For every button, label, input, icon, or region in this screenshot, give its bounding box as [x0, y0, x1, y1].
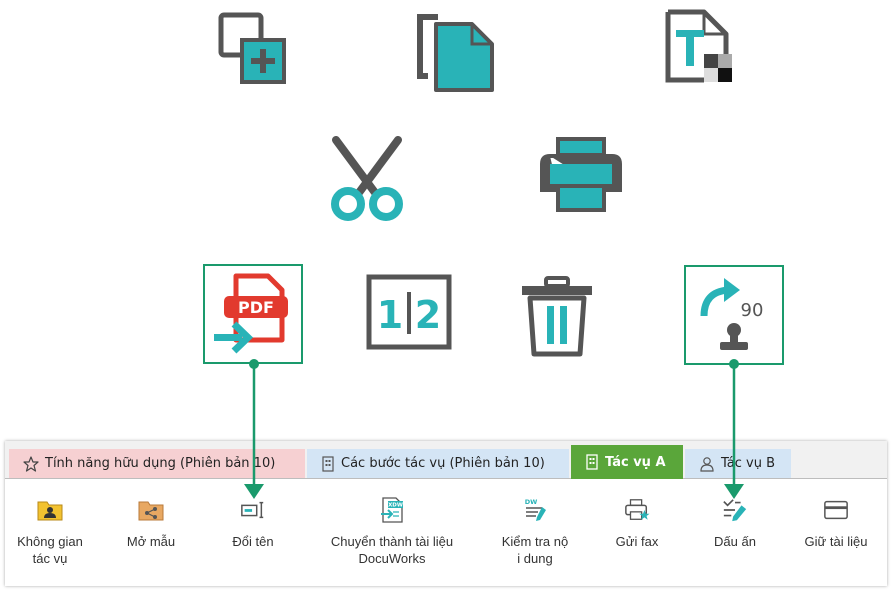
split-left-label: 1 — [377, 293, 403, 337]
tool-content-check[interactable]: DW Kiểm tra nộ i dung — [485, 497, 585, 567]
tab-label: Tác vụ A — [605, 454, 666, 470]
tool-label: Đổi tên — [232, 534, 274, 549]
building-icon — [585, 454, 599, 470]
dw-label: DW — [525, 498, 538, 506]
tab-bar: Tính năng hữu dụng (Phiên bản 10) Các bư… — [5, 441, 887, 479]
xdw-convert-icon: XDW — [379, 497, 405, 523]
add-page-icon — [218, 12, 290, 84]
printer-icon — [536, 136, 626, 216]
tab-label: Các bước tác vụ (Phiên bản 10) — [341, 456, 545, 471]
tool-convert-docuworks[interactable]: XDW Chuyển thành tài liệu DocuWorks — [309, 497, 475, 567]
stamp-icon — [722, 497, 748, 523]
tool-label: Kiểm tra nộ i dung — [501, 534, 569, 566]
tool-stamp[interactable]: Dấu ấn — [695, 497, 775, 550]
tool-label: Giữ tài liệu — [804, 534, 868, 549]
shared-folder-icon — [138, 497, 164, 523]
split-right-label: 2 — [415, 293, 441, 337]
tab-label: Tính năng hữu dụng (Phiên bản 10) — [45, 456, 276, 471]
tool-open-template[interactable]: Mở mẫu — [111, 497, 191, 550]
tool-label: Chuyển thành tài liệu DocuWorks — [330, 534, 454, 566]
tab-useful-features[interactable]: Tính năng hữu dụng (Phiên bản 10) — [9, 449, 305, 478]
tool-rename[interactable]: Đổi tên — [213, 497, 293, 550]
split-page-icon: 1 2 — [366, 274, 452, 350]
user-icon — [699, 456, 715, 472]
tab-task-a[interactable]: Tác vụ A — [571, 445, 683, 479]
scissors-icon — [326, 136, 408, 222]
trash-icon — [518, 274, 596, 358]
tool-label: Dấu ấn — [714, 534, 756, 549]
text-document-icon — [662, 8, 736, 84]
tool-label: Mở mẫu — [126, 534, 176, 549]
tool-label: Không gian tác vụ — [17, 534, 83, 566]
tool-hold-document[interactable]: Giữ tài liệu — [791, 497, 881, 550]
tab-label: Tác vụ B — [721, 456, 776, 471]
tab-task-steps[interactable]: Các bước tác vụ (Phiên bản 10) — [307, 449, 569, 478]
xdw-label: XDW — [388, 503, 403, 509]
rotate-highlight-box — [684, 265, 784, 365]
workspace-folder-icon — [37, 497, 63, 523]
ribbon-panel: Tính năng hữu dụng (Phiên bản 10) Các bư… — [5, 441, 887, 586]
content-check-icon: DW — [522, 497, 548, 523]
star-icon — [23, 455, 39, 472]
pdf-highlight-box — [203, 264, 303, 364]
fax-icon — [624, 497, 650, 523]
hold-document-icon — [823, 497, 849, 523]
tool-label: Gửi fax — [615, 534, 659, 549]
tool-send-fax[interactable]: Gửi fax — [597, 497, 677, 550]
tool-workspace[interactable]: Không gian tác vụ — [5, 497, 95, 567]
tab-task-b[interactable]: Tác vụ B — [685, 449, 791, 478]
copy-page-icon — [414, 12, 496, 92]
rename-icon — [240, 497, 266, 523]
building-icon — [321, 455, 335, 472]
